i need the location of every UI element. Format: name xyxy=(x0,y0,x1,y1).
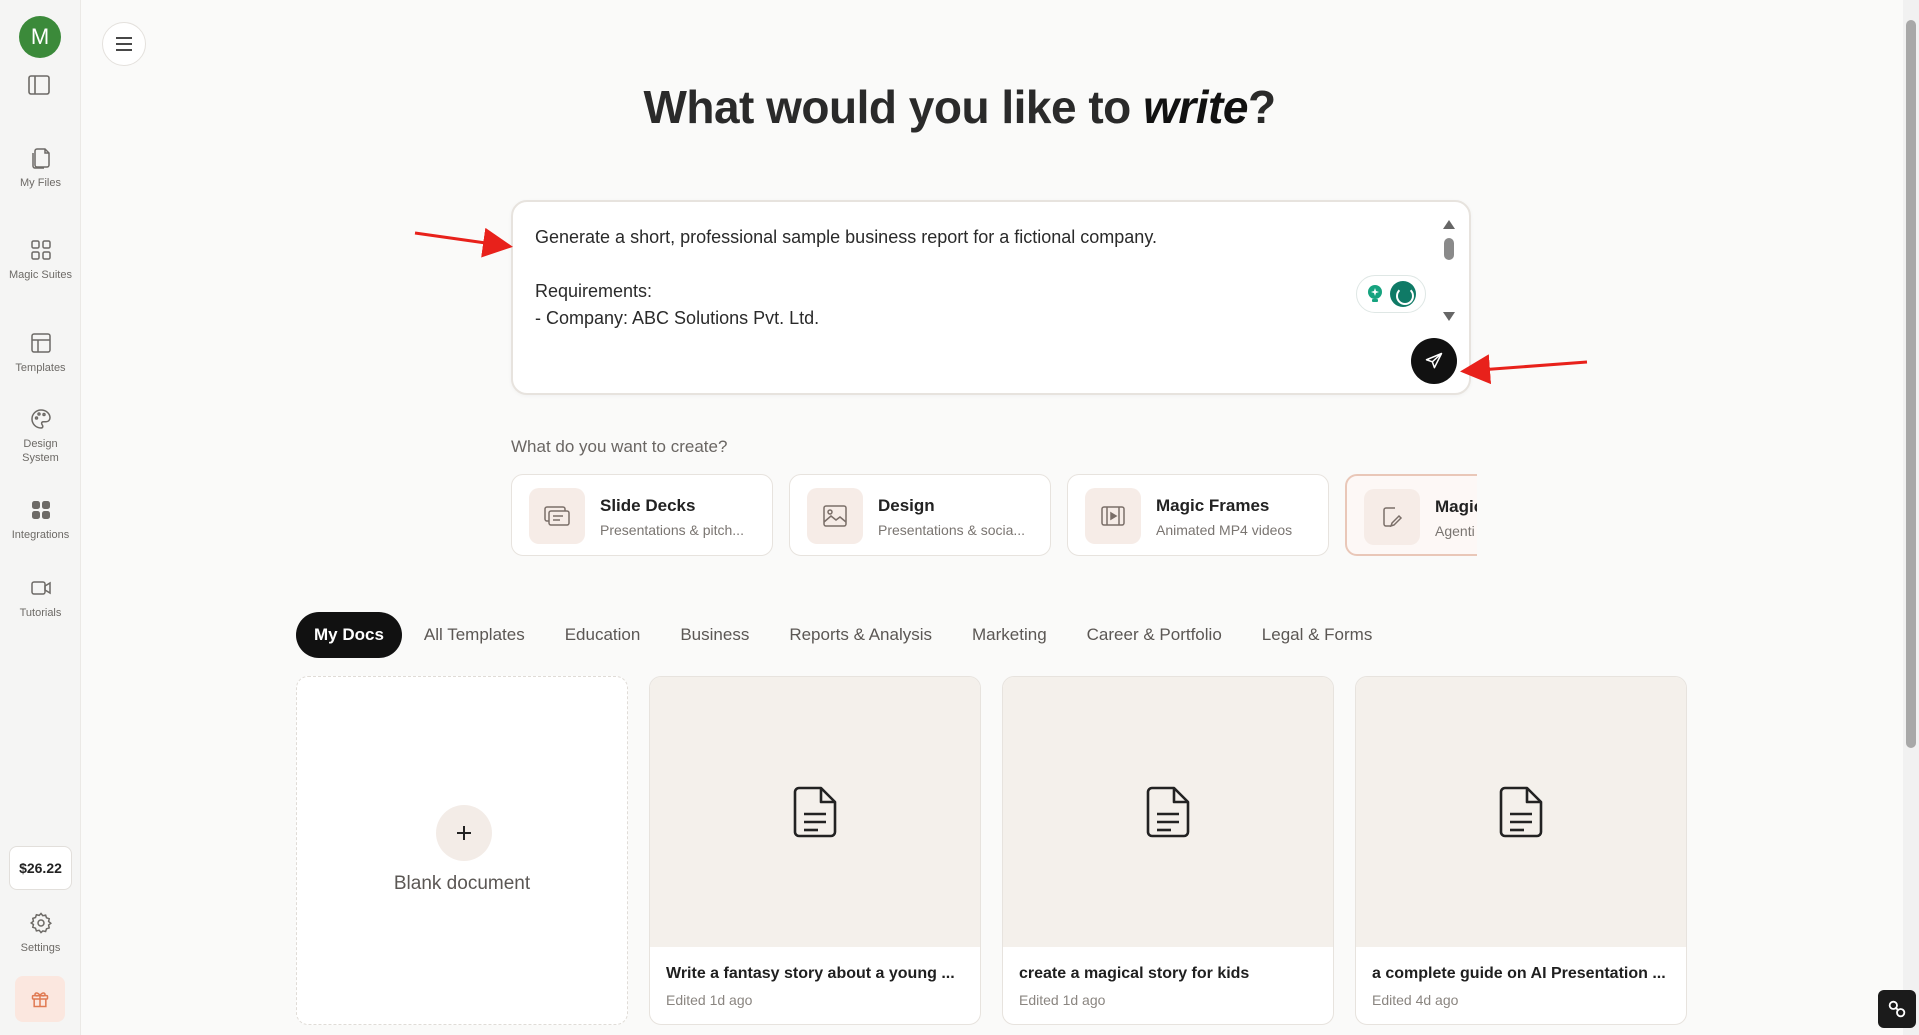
arrow-to-prompt xyxy=(414,227,513,258)
blank-document-label: Blank document xyxy=(393,873,531,894)
create-card-slide-decks[interactable]: Slide Decks Presentations & pitch... xyxy=(511,474,773,556)
doc-edited-time: Edited 1d ago xyxy=(666,992,753,1008)
prompt-scrollbar[interactable] xyxy=(1444,238,1454,260)
sidebar-item-label: Integrations xyxy=(11,529,70,541)
send-button[interactable] xyxy=(1411,338,1457,384)
send-icon xyxy=(1425,352,1443,369)
sidebar-item-label: Templates xyxy=(15,362,66,374)
sidebar-item-label: Settings xyxy=(20,942,61,954)
card-title: Design xyxy=(878,496,935,515)
palette-icon xyxy=(30,409,51,429)
link-icon xyxy=(1888,1000,1906,1018)
sidebar-item-integrations[interactable]: Integrations xyxy=(0,498,81,542)
plus-icon xyxy=(436,805,492,861)
integrations-icon xyxy=(31,501,50,519)
document-icon xyxy=(793,786,837,838)
sidebar-item-label: Design System xyxy=(22,438,59,464)
edit-doc-icon xyxy=(1364,489,1420,545)
card-title: Magic Frames xyxy=(1156,496,1270,515)
tab-my-docs[interactable]: My Docs xyxy=(296,612,402,658)
card-subtitle: Animated MP4 videos xyxy=(1156,522,1293,538)
sidebar-item-label: Magic Suites xyxy=(9,269,72,281)
doc-card[interactable]: a complete guide on AI Presentation ... … xyxy=(1355,676,1687,1025)
title-suffix: ? xyxy=(1247,81,1276,133)
sidebar-item-my-files[interactable]: My Files xyxy=(0,146,81,190)
create-card-design[interactable]: Design Presentations & socia... xyxy=(789,474,1051,556)
page-title: What would you like to write? xyxy=(0,80,1919,134)
avatar[interactable]: M xyxy=(19,16,61,58)
tab-career-portfolio[interactable]: Career & Portfolio xyxy=(1067,612,1242,658)
arrow-to-send xyxy=(1460,354,1588,385)
title-emphasis: write xyxy=(1143,81,1248,133)
doc-title: a complete guide on AI Presentation ... xyxy=(1372,965,1666,982)
video-frame-icon xyxy=(1085,488,1141,544)
tab-business[interactable]: Business xyxy=(660,612,769,658)
scroll-down-arrow[interactable] xyxy=(1443,312,1455,321)
sidebar-item-design-system[interactable]: Design System xyxy=(0,407,81,465)
tab-education[interactable]: Education xyxy=(545,612,661,658)
page-scrollbar-thumb[interactable] xyxy=(1906,20,1916,748)
doc-card[interactable]: create a magical story for kids Edited 1… xyxy=(1002,676,1334,1025)
card-subtitle: Agenti xyxy=(1435,523,1475,539)
gift-button[interactable] xyxy=(15,976,65,1022)
sidebar-item-tutorials[interactable]: Tutorials xyxy=(0,576,81,620)
doc-edited-time: Edited 4d ago xyxy=(1372,992,1459,1008)
document-icon xyxy=(1499,786,1543,838)
sidebar-item-templates[interactable]: Templates xyxy=(0,331,81,375)
template-icon xyxy=(30,333,51,353)
sidebar-item-label: Tutorials xyxy=(19,607,62,619)
doc-thumbnail xyxy=(1356,677,1686,947)
card-title: Slide Decks xyxy=(600,496,696,515)
corner-widget-button[interactable] xyxy=(1878,990,1916,1028)
sidebar: M My Files Magic Suites Templates Design… xyxy=(0,0,81,1035)
prompt-box: Generate a short, professional sample bu… xyxy=(511,200,1471,395)
credit-balance[interactable]: $26.22 xyxy=(9,846,72,890)
prompt-input[interactable]: Generate a short, professional sample bu… xyxy=(535,224,1335,354)
sidebar-item-magic-suites[interactable]: Magic Suites xyxy=(0,238,81,282)
card-subtitle: Presentations & socia... xyxy=(878,522,1026,538)
create-card-magic[interactable]: Magic Agenti xyxy=(1345,474,1477,556)
sidebar-item-label: My Files xyxy=(20,177,61,189)
doc-title: Write a fantasy story about a young ... xyxy=(666,965,955,982)
sparkle-bulb-icon xyxy=(1368,285,1382,302)
title-text: What would you like to xyxy=(643,81,1144,133)
grammar-assistant-icon xyxy=(1390,281,1416,307)
doc-thumbnail xyxy=(650,677,980,947)
create-card-magic-frames[interactable]: Magic Frames Animated MP4 videos xyxy=(1067,474,1329,556)
tab-marketing[interactable]: Marketing xyxy=(952,612,1067,658)
tab-reports-analysis[interactable]: Reports & Analysis xyxy=(769,612,952,658)
blank-document-card[interactable]: Blank document xyxy=(296,676,628,1025)
card-title: Magic xyxy=(1435,497,1477,516)
scroll-up-arrow[interactable] xyxy=(1443,220,1455,229)
image-icon xyxy=(807,488,863,544)
sidebar-item-settings[interactable]: Settings xyxy=(0,911,81,955)
grid-icon xyxy=(30,240,51,260)
card-subtitle: Presentations & pitch... xyxy=(600,522,744,538)
tab-all-templates[interactable]: All Templates xyxy=(404,612,545,658)
document-icon xyxy=(1146,786,1190,838)
create-cards-row: Slide Decks Presentations & pitch... Des… xyxy=(511,474,1477,558)
create-section-label: What do you want to create? xyxy=(511,437,728,456)
gear-icon xyxy=(29,912,52,934)
slides-icon xyxy=(529,488,585,544)
doc-title: create a magical story for kids xyxy=(1019,965,1250,982)
template-tabs: My Docs All Templates Education Business… xyxy=(296,612,1392,658)
files-icon xyxy=(31,148,50,169)
tab-legal-forms[interactable]: Legal & Forms xyxy=(1242,612,1393,658)
doc-thumbnail xyxy=(1003,677,1333,947)
writing-assistant-widget[interactable] xyxy=(1356,275,1426,313)
video-icon xyxy=(30,581,51,595)
gift-icon xyxy=(31,992,49,1008)
doc-edited-time: Edited 1d ago xyxy=(1019,992,1106,1008)
hamburger-icon xyxy=(116,37,132,51)
menu-button[interactable] xyxy=(102,22,146,66)
doc-card[interactable]: Write a fantasy story about a young ... … xyxy=(649,676,981,1025)
